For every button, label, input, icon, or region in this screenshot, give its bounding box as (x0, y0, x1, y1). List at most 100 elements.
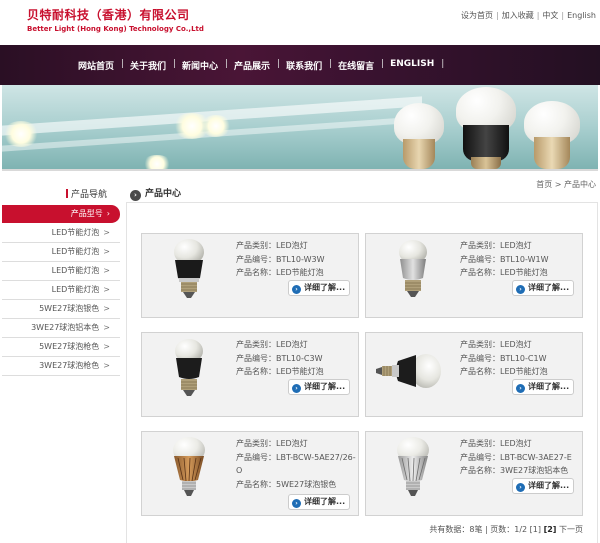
product-card[interactable]: 产品类别：LED泡灯 产品编号：BTL10-C1W 产品名称：LED节能灯泡 ›… (365, 332, 583, 417)
product-name: 产品名称：LED节能灯泡 (460, 367, 548, 376)
arrow-circle-icon: › (516, 285, 525, 294)
product-code: 产品编号：LBT-BCW-3AE27-E (460, 452, 572, 462)
more-details-button[interactable]: › 详细了解... (512, 478, 574, 494)
product-bulb-image[interactable] (388, 238, 438, 302)
title-marker (66, 189, 68, 198)
product-bulb-image[interactable] (164, 436, 214, 500)
product-category: 产品类别：LED泡灯 (236, 241, 308, 250)
product-bulb-image[interactable] (164, 238, 214, 302)
company-name-cn[interactable]: 贝特耐科技（香港）有限公司 (27, 6, 190, 23)
top-links: 设为首页 | 加入收藏 | 中文 | English (461, 10, 596, 21)
product-name: 产品名称：LED节能灯泡 (236, 367, 324, 376)
page-2-current: [2] (543, 525, 557, 534)
nav-products[interactable]: 产品展示 (226, 59, 280, 72)
product-info: 产品类别：LED泡灯 产品编号：BTL10-C3W 产品名称：LED节能灯泡 (236, 338, 356, 379)
nav-english[interactable]: ENGLISH (382, 59, 444, 72)
sidebar-item-label: 5WE27球泡银色 (39, 304, 100, 313)
total-count: 共有数据：8笔 (429, 525, 483, 534)
sidebar-item-led-bulb-4[interactable]: LED节能灯泡 > (2, 281, 120, 300)
site-header: 贝特耐科技（香港）有限公司 Better Light (Hong Kong) T… (0, 0, 600, 45)
product-name: 产品名称：3WE27球泡铝本色 (460, 466, 569, 475)
page-title-text: 产品中心 (145, 189, 182, 199)
nav-contact[interactable]: 联系我们 (278, 59, 332, 72)
chevron-right-icon: > (103, 361, 110, 370)
sidebar-item-led-bulb-2[interactable]: LED节能灯泡 > (2, 243, 120, 262)
more-details-button[interactable]: › 详细了解... (288, 280, 350, 296)
ceiling-light (200, 115, 232, 137)
sidebar-item-label: LED节能灯泡 (51, 247, 100, 256)
product-card[interactable]: 产品类别：LED泡灯 产品编号：BTL10-W1W 产品名称：LED节能灯泡 ›… (365, 233, 583, 318)
sidebar-item-label: 3WE27球泡枪色 (39, 361, 100, 370)
banner-bulb-right (524, 101, 580, 169)
more-details-label: 详细了解... (528, 382, 570, 391)
chevron-right-icon: > (103, 285, 110, 294)
chevron-right-icon: > (103, 323, 110, 332)
more-details-label: 详细了解... (304, 283, 346, 292)
product-name: 产品名称：LED节能灯泡 (460, 268, 548, 277)
product-grid: 产品类别：LED泡灯 产品编号：BTL10-W3W 产品名称：LED节能灯泡 ›… (126, 202, 598, 543)
chevron-right-icon: > (103, 266, 110, 275)
more-details-button[interactable]: › 详细了解... (288, 379, 350, 395)
breadcrumb[interactable]: 首页 > 产品中心 (536, 179, 596, 190)
product-category: 产品类别：LED泡灯 (460, 439, 532, 448)
sidebar-item-3w-aluminum[interactable]: 3WE27球泡铝本色 > (2, 319, 120, 338)
divider: | (496, 11, 499, 20)
product-name: 产品名称：LED节能灯泡 (236, 268, 324, 277)
chevron-right-icon: > (103, 342, 110, 351)
product-card[interactable]: 产品类别：LED泡灯 产品编号：BTL10-C3W 产品名称：LED节能灯泡 ›… (141, 332, 359, 417)
sidebar-item-label: 3WE27球泡铝本色 (31, 323, 100, 332)
product-bulb-image[interactable] (372, 337, 442, 401)
english-link[interactable]: English (567, 11, 596, 20)
product-code: 产品编号：BTL10-W1W (460, 254, 549, 264)
arrow-circle-icon: › (292, 499, 301, 508)
ceiling-light (142, 155, 172, 169)
arrow-circle-icon: › (130, 190, 141, 201)
sidebar-item-led-bulb-3[interactable]: LED节能灯泡 > (2, 262, 120, 281)
chinese-link[interactable]: 中文 (542, 11, 558, 20)
nav-message[interactable]: 在线留言 (330, 59, 384, 72)
chevron-right-icon: > (103, 304, 110, 313)
chevron-right-icon: > (103, 228, 110, 237)
sidebar-item-label: LED节能灯泡 (51, 228, 100, 237)
sidebar-item-led-bulb-1[interactable]: LED节能灯泡 > (2, 224, 120, 243)
sidebar-item-5w-silver[interactable]: 5WE27球泡银色 > (2, 300, 120, 319)
company-name-en: Better Light (Hong Kong) Technology Co.,… (27, 25, 204, 33)
set-homepage-link[interactable]: 设为首页 (461, 11, 493, 20)
product-name: 产品名称：5WE27球泡银色 (236, 479, 337, 489)
product-card[interactable]: 产品类别：LED泡灯 产品编号：LBT-BCW-5AE27/26-O 产品名称：… (141, 431, 359, 516)
product-bulb-image[interactable] (388, 436, 438, 500)
sidebar-item-product-model[interactable]: 产品型号 › (2, 205, 120, 224)
product-info: 产品类别：LED泡灯 产品编号：LBT-BCW-3AE27-E 产品名称：3WE… (460, 437, 580, 478)
more-details-button[interactable]: › 详细了解... (512, 280, 574, 296)
nav-about[interactable]: 关于我们 (122, 59, 176, 72)
nav-news[interactable]: 新闻中心 (174, 59, 228, 72)
product-category: 产品类别：LED泡灯 (236, 439, 308, 448)
sidebar-item-5w-gun[interactable]: 5WE27球泡枪色 > (2, 338, 120, 357)
product-card[interactable]: 产品类别：LED泡灯 产品编号：BTL10-W3W 产品名称：LED节能灯泡 ›… (141, 233, 359, 318)
arrow-circle-icon: › (516, 384, 525, 393)
more-details-button[interactable]: › 详细了解... (288, 494, 350, 510)
product-bulb-image[interactable] (164, 337, 214, 401)
sidebar-list: 产品型号 › LED节能灯泡 > LED节能灯泡 > LED节能灯泡 > LED节能灯泡… (2, 205, 120, 376)
arrow-circle-icon: › (516, 483, 525, 492)
more-details-label: 详细了解... (304, 382, 346, 391)
product-code: 产品编号：BTL10-C3W (236, 353, 323, 363)
nav-home[interactable]: 网站首页 (70, 59, 124, 72)
product-code: 产品编号：LBT-BCW-5AE27/26-O (236, 452, 356, 476)
next-page-link[interactable]: 下一页 (559, 525, 583, 534)
page-1-link[interactable]: [1] (530, 525, 541, 534)
product-code: 产品编号：BTL10-C1W (460, 353, 547, 363)
arrow-circle-icon: › (292, 285, 301, 294)
more-details-button[interactable]: › 详细了解... (512, 379, 574, 395)
product-info: 产品类别：LED泡灯 产品编号：BTL10-W3W 产品名称：LED节能灯泡 (236, 239, 356, 280)
product-info: 产品类别：LED泡灯 产品编号：BTL10-C1W 产品名称：LED节能灯泡 (460, 338, 580, 379)
sidebar-item-label: 产品型号 (70, 209, 103, 218)
sidebar-title-text: 产品导航 (71, 190, 108, 200)
main-nav: 网站首页 关于我们 新闻中心 产品展示 联系我们 在线留言 ENGLISH (0, 45, 600, 85)
chevron-right-icon: > (103, 247, 110, 256)
sidebar-item-label: LED节能灯泡 (51, 266, 100, 275)
product-code: 产品编号：BTL10-W3W (236, 254, 325, 264)
add-favorite-link[interactable]: 加入收藏 (502, 11, 534, 20)
sidebar-item-3w-gun[interactable]: 3WE27球泡枪色 > (2, 357, 120, 376)
product-card[interactable]: 产品类别：LED泡灯 产品编号：LBT-BCW-3AE27-E 产品名称：3WE… (365, 431, 583, 516)
